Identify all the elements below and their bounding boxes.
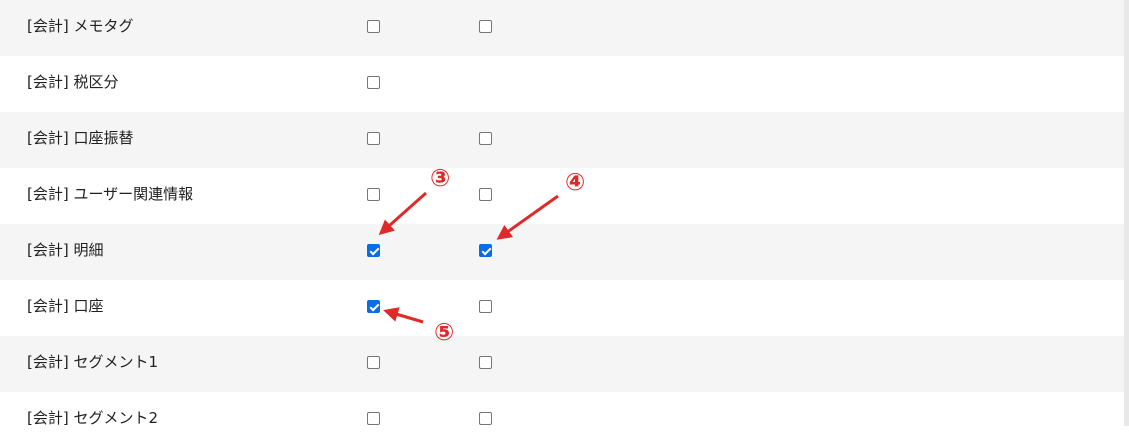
table-row: [会計] 口座 (0, 280, 1124, 336)
table-row: [会計] 明細 (0, 224, 1124, 280)
row-label-details: [会計] 明細 (27, 241, 104, 259)
annotation-marker-4: ④ (565, 168, 586, 196)
permissions-table: [会計] メモタグ [会計] 税区分 [会計] 口座振替 [会計] ユーザー関連… (0, 0, 1124, 448)
table-row: [会計] セグメント2 (0, 392, 1124, 448)
checkbox-memo-tag-col2[interactable] (479, 20, 492, 33)
checkbox-tax-category-col1[interactable] (367, 76, 380, 89)
row-label-memo-tag: [会計] メモタグ (27, 17, 134, 35)
checkbox-segment-2-col2[interactable] (479, 412, 492, 425)
row-label-account: [会計] 口座 (27, 297, 104, 315)
checkbox-details-col2[interactable] (479, 244, 492, 257)
row-label-user-info: [会計] ユーザー関連情報 (27, 185, 194, 203)
row-label-tax-category: [会計] 税区分 (27, 73, 119, 91)
checkbox-account-transfer-col1[interactable] (367, 132, 380, 145)
row-label-segment-2: [会計] セグメント2 (27, 409, 159, 427)
checkbox-account-col2[interactable] (479, 300, 492, 313)
table-row: [会計] セグメント1 (0, 336, 1124, 392)
checkbox-memo-tag-col1[interactable] (367, 20, 380, 33)
checkbox-account-col1[interactable] (367, 300, 380, 313)
table-row: [会計] 税区分 (0, 56, 1124, 112)
row-label-segment-1: [会計] セグメント1 (27, 353, 159, 371)
annotation-marker-3: ③ (430, 164, 451, 192)
checkbox-user-info-col2[interactable] (479, 188, 492, 201)
row-label-account-transfer: [会計] 口座振替 (27, 129, 134, 147)
scroll-edge (1124, 0, 1129, 426)
checkbox-account-transfer-col2[interactable] (479, 132, 492, 145)
checkbox-segment-1-col2[interactable] (479, 356, 492, 369)
checkbox-segment-2-col1[interactable] (367, 412, 380, 425)
checkbox-user-info-col1[interactable] (367, 188, 380, 201)
checkbox-segment-1-col1[interactable] (367, 356, 380, 369)
table-row: [会計] ユーザー関連情報 (0, 168, 1124, 224)
checkbox-details-col1[interactable] (367, 244, 380, 257)
table-row: [会計] メモタグ (0, 0, 1124, 56)
annotation-marker-5: ⑤ (434, 318, 455, 346)
table-row: [会計] 口座振替 (0, 112, 1124, 168)
